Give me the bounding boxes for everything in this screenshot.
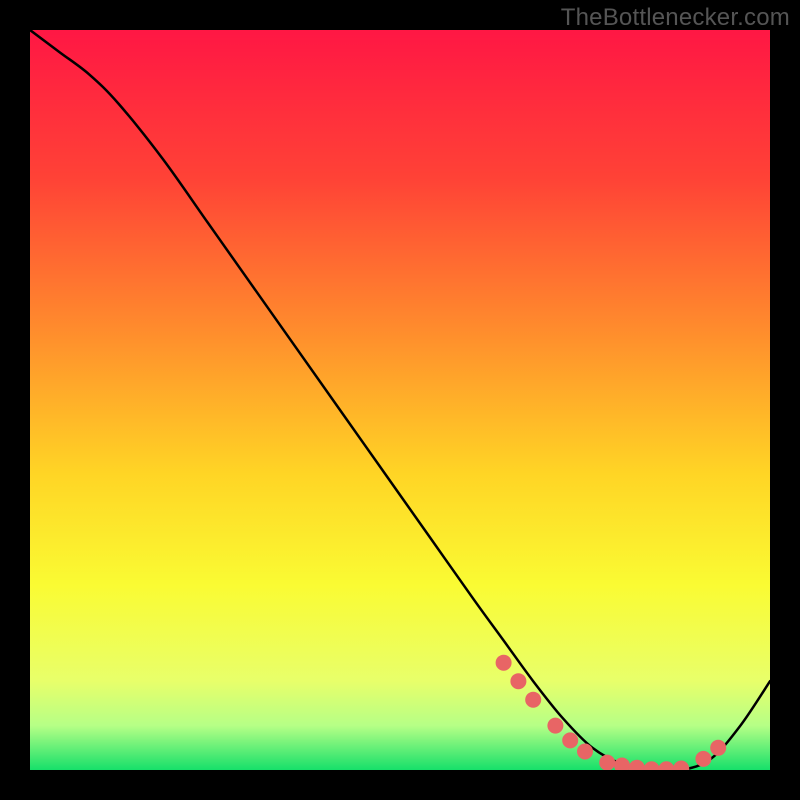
watermark-text: TheBottlenecker.com xyxy=(561,4,790,32)
curve-marker xyxy=(525,692,541,708)
curve-marker xyxy=(547,718,563,734)
plot-area xyxy=(30,30,770,770)
curve-marker xyxy=(496,655,512,671)
curve-marker xyxy=(599,755,615,770)
curve-marker xyxy=(695,751,711,767)
curve-marker xyxy=(562,732,578,748)
curve-marker xyxy=(510,673,526,689)
curve-marker xyxy=(577,744,593,760)
curve-marker xyxy=(710,740,726,756)
gradient-background xyxy=(30,30,770,770)
bottleneck-curve-chart xyxy=(30,30,770,770)
chart-frame: TheBottlenecker.com xyxy=(0,0,800,800)
